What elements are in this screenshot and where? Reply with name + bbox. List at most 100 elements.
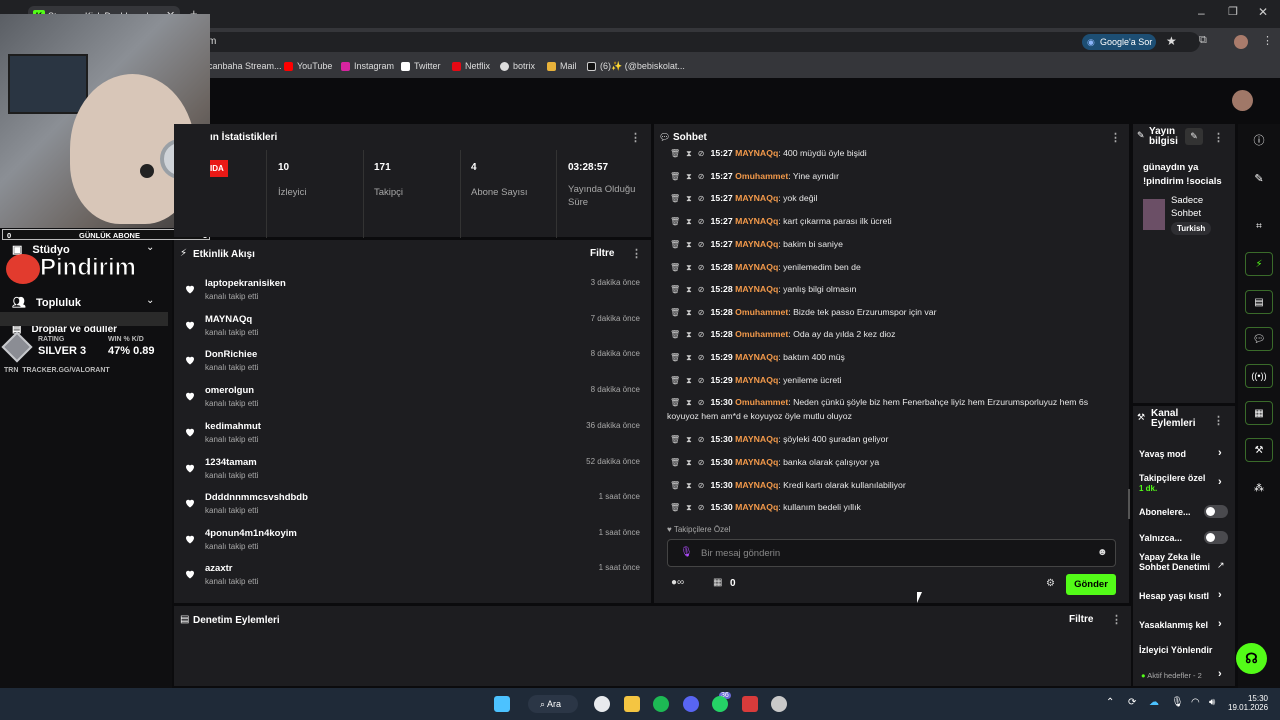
delete-trash-icon[interactable]: 🗑︎: [670, 398, 680, 407]
ban-icon[interactable]: ⊘: [698, 217, 705, 226]
timeout-hourglass-icon[interactable]: ⧗: [686, 330, 692, 339]
activity-event[interactable]: laptopekranisiken kanalı takip etti 3 daki…: [184, 278, 640, 314]
minimize-icon[interactable]: –: [1198, 6, 1205, 20]
restore-icon[interactable]: ❐: [1228, 5, 1238, 18]
message-username[interactable]: Omuhammet: [735, 329, 788, 339]
message-username[interactable]: MAYNAQq: [735, 480, 778, 490]
gift-icon[interactable]: ▦: [713, 577, 722, 588]
chat-input[interactable]: 🎙︎ Bir mesaj gönderin ☻: [667, 539, 1116, 567]
more-icon[interactable]: ⋮: [1213, 414, 1224, 427]
event-username[interactable]: 1234tamam: [205, 457, 257, 468]
notes-icon[interactable]: ▤: [1245, 290, 1273, 314]
tools-icon[interactable]: ⚒︎: [1245, 438, 1273, 462]
delete-trash-icon[interactable]: 🗑︎: [670, 330, 680, 339]
discord-icon[interactable]: [683, 696, 699, 712]
event-username[interactable]: Ddddnnmmcsvshdbdb: [205, 492, 308, 503]
delete-trash-icon[interactable]: 🗑︎: [670, 481, 680, 490]
emote-only-toggle[interactable]: [1204, 531, 1228, 544]
message-username[interactable]: MAYNAQq: [735, 262, 778, 272]
timeout-hourglass-icon[interactable]: ⧗: [686, 263, 692, 272]
windows-start-icon[interactable]: [494, 696, 510, 712]
timeout-hourglass-icon[interactable]: ⧗: [686, 172, 692, 181]
more-icon[interactable]: ⋮: [630, 131, 641, 144]
ban-icon[interactable]: ⊘: [698, 330, 705, 339]
timeout-hourglass-icon[interactable]: ⧗: [686, 353, 692, 362]
chevron-right-icon[interactable]: ›: [1218, 668, 1222, 680]
clock[interactable]: 15:30 19.01.2026: [1228, 694, 1268, 712]
delete-trash-icon[interactable]: 🗑︎: [670, 194, 680, 203]
timeout-hourglass-icon[interactable]: ⧗: [686, 376, 692, 385]
ban-icon[interactable]: ⊘: [698, 194, 705, 203]
delete-trash-icon[interactable]: 🗑︎: [670, 217, 680, 226]
message-username[interactable]: Omuhammet: [735, 171, 788, 181]
bookmark-twitter[interactable]: Twitter: [401, 61, 441, 71]
bookmark-botrix[interactable]: botrix: [500, 61, 535, 71]
event-username[interactable]: MAYNAQq: [205, 314, 252, 325]
browser-menu-icon[interactable]: ⋮: [1262, 34, 1273, 47]
quick-actions-icon[interactable]: ⚡︎: [1245, 252, 1273, 276]
more-icon[interactable]: ⋮: [1110, 131, 1121, 144]
chevron-down-icon[interactable]: ⌄: [146, 242, 154, 253]
external-link-icon[interactable]: ↗: [1217, 560, 1225, 571]
subs-only-toggle[interactable]: [1204, 505, 1228, 518]
send-button[interactable]: Gönder: [1066, 574, 1116, 595]
timeout-hourglass-icon[interactable]: ⧗: [686, 308, 692, 317]
activity-event[interactable]: kedimahmut kanalı takip etti 36 dakika önc…: [184, 421, 640, 457]
chevron-right-icon[interactable]: ›: [1218, 618, 1222, 630]
message-username[interactable]: MAYNAQq: [735, 457, 778, 467]
delete-trash-icon[interactable]: 🗑︎: [670, 149, 680, 158]
screenshot-icon[interactable]: ⌗: [1245, 214, 1273, 238]
event-username[interactable]: azaxtr: [205, 563, 232, 574]
slow-mode-action[interactable]: Yavaş mod: [1139, 449, 1186, 459]
ban-icon[interactable]: ⊘: [698, 435, 705, 444]
ban-icon[interactable]: ⊘: [698, 285, 705, 294]
timeout-hourglass-icon[interactable]: ⧗: [686, 149, 692, 158]
timeout-hourglass-icon[interactable]: ⧗: [686, 194, 692, 203]
delete-trash-icon[interactable]: 🗑︎: [670, 172, 680, 181]
layout-icon[interactable]: ▦: [1245, 401, 1273, 425]
event-username[interactable]: omerolgun: [205, 385, 254, 396]
message-username[interactable]: MAYNAQq: [735, 375, 778, 385]
timeout-hourglass-icon[interactable]: ⧗: [686, 398, 692, 407]
timeout-hourglass-icon[interactable]: ⧗: [686, 240, 692, 249]
community-dots-icon[interactable]: ⁂: [1245, 476, 1273, 500]
ban-icon[interactable]: ⊘: [698, 376, 705, 385]
ban-icon[interactable]: ⊘: [698, 503, 705, 512]
event-username[interactable]: laptopekranisiken: [205, 278, 286, 289]
activity-filter-button[interactable]: Filtre: [590, 248, 614, 259]
moderation-filter-button[interactable]: Filtre: [1069, 614, 1093, 625]
cloud-icon[interactable]: ☁︎: [1149, 697, 1159, 708]
wifi-icon[interactable]: ◠: [1191, 697, 1200, 708]
info-icon[interactable]: ⓘ: [1245, 128, 1273, 152]
ban-icon[interactable]: ⊘: [698, 308, 705, 317]
chat-icon[interactable]: 💬︎: [1245, 327, 1273, 351]
ban-icon[interactable]: ⊘: [698, 481, 705, 490]
chat-settings-gear-icon[interactable]: ⚙︎: [1046, 578, 1055, 589]
ban-icon[interactable]: ⊘: [698, 458, 705, 467]
tray-chevron-icon[interactable]: ⌃: [1106, 697, 1114, 708]
activity-event[interactable]: omerolgun kanalı takip etti 8 dakika önce: [184, 385, 640, 421]
chevron-down-icon[interactable]: ⌄: [146, 295, 154, 306]
bookmark-netflix[interactable]: Netflix: [452, 61, 490, 71]
event-username[interactable]: kedimahmut: [205, 421, 261, 432]
ban-icon[interactable]: ⊘: [698, 149, 705, 158]
bookmark-mail[interactable]: Mail: [547, 61, 577, 71]
active-goals[interactable]: ● Aktif hedefler - 2: [1141, 671, 1213, 680]
user-avatar[interactable]: [1232, 90, 1253, 111]
message-username[interactable]: Omuhammet: [735, 307, 788, 317]
chat-scrollbar[interactable]: [1128, 489, 1130, 519]
edit-icon[interactable]: ✎: [1245, 166, 1273, 190]
delete-trash-icon[interactable]: 🗑︎: [670, 503, 680, 512]
activity-event[interactable]: Ddddnnmmcsvshdbdb kanalı takip etti 1 saat…: [184, 492, 640, 528]
ban-icon[interactable]: ⊘: [698, 240, 705, 249]
account-age-action[interactable]: Hesap yaşı kısıtl: [1139, 591, 1209, 601]
ban-icon[interactable]: ⊘: [698, 398, 705, 407]
window-close-icon[interactable]: ✕: [1258, 5, 1268, 19]
sidebar-item-community[interactable]: 👥︎ Topluluk: [12, 296, 81, 309]
activity-event[interactable]: 1234tamam kanalı takip etti 52 dakika önce: [184, 457, 640, 493]
message-username[interactable]: MAYNAQq: [735, 502, 778, 512]
message-username[interactable]: MAYNAQq: [735, 434, 778, 444]
bookmark-item[interactable]: canbaha Stream...: [208, 61, 282, 71]
timeout-hourglass-icon[interactable]: ⧗: [686, 481, 692, 490]
support-headset-icon[interactable]: ☊: [1236, 643, 1267, 674]
